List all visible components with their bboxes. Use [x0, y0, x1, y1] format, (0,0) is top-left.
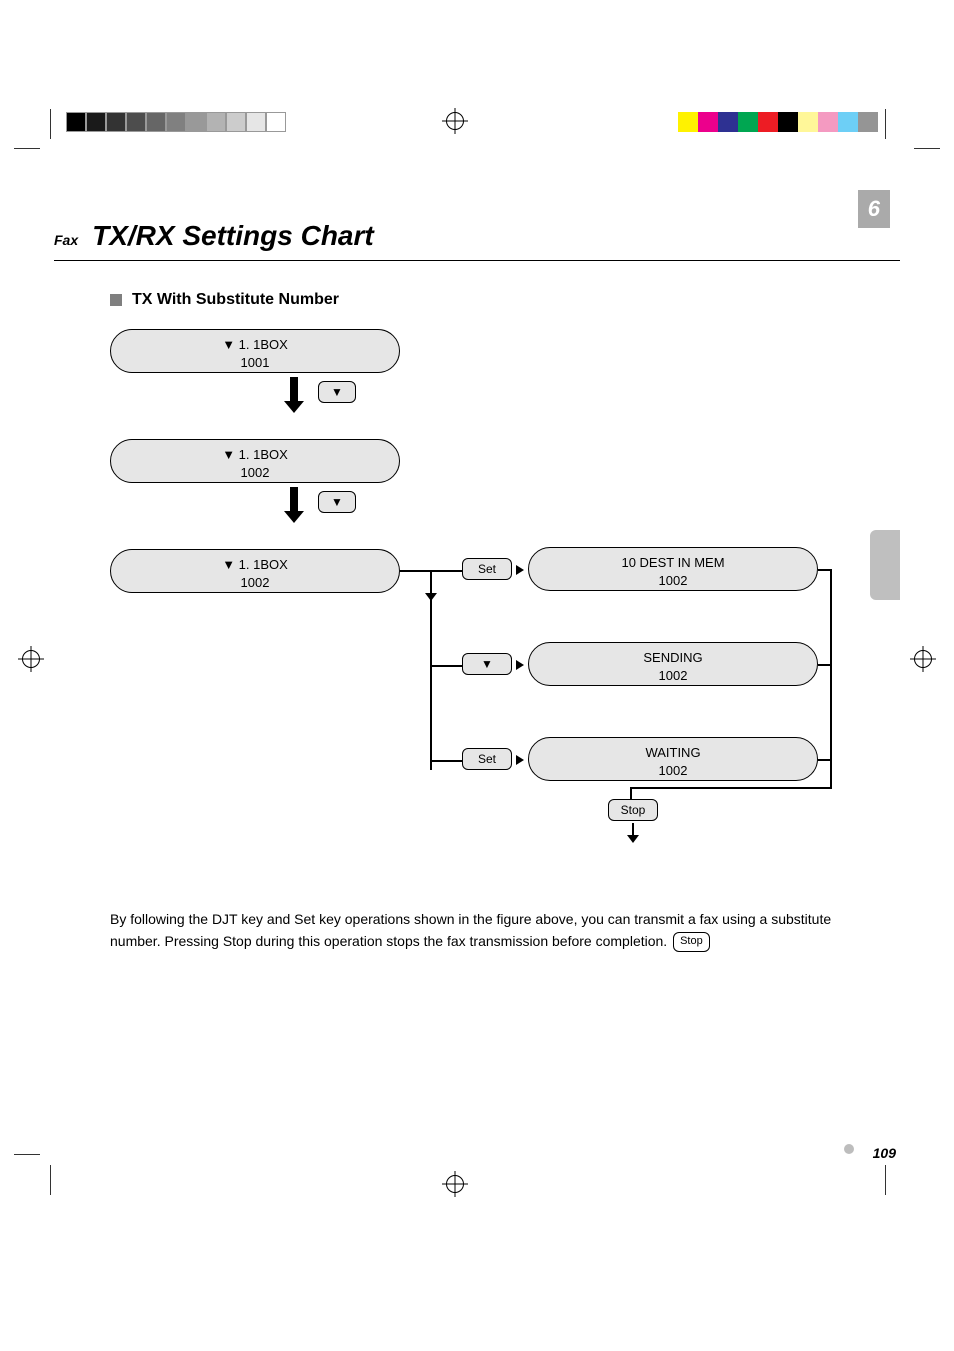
key-down-2: ▼ [318, 491, 356, 513]
lcd-line: ▼ 1. 1BOX [121, 336, 389, 354]
stop-inline-button: Stop [673, 932, 710, 951]
lcd-line: SENDING [539, 649, 807, 667]
lcd-stage-3: ▼ 1. 1BOX 1002 [110, 549, 400, 593]
arrow-right-icon [516, 660, 524, 670]
key-set-b: Set [462, 748, 512, 770]
key-stop: Stop [608, 799, 658, 821]
chapter-number-badge: 6 [858, 190, 890, 228]
subsection-row: TX With Substitute Number [110, 291, 900, 309]
key-down-1: ▼ [318, 381, 356, 403]
flowchart: ▼ 1. 1BOX 1001 ▼ ▼ 1. 1BOX 1002 ▼ ▼ 1. 1… [110, 329, 870, 889]
registration-mark-icon [446, 112, 464, 130]
lcd-line: ▼ 1. 1BOX [121, 446, 389, 464]
lcd-line: 1002 [121, 464, 389, 482]
registration-mark-icon [446, 1175, 464, 1193]
lcd-line: 1002 [539, 572, 807, 590]
arrow-down-icon [632, 823, 634, 837]
lcd-line: 1002 [539, 762, 807, 780]
square-bullet-icon [110, 294, 122, 306]
key-set-a: Set [462, 558, 512, 580]
key-down-a: ▼ [462, 653, 512, 675]
lcd-stage-1: ▼ 1. 1BOX 1001 [110, 329, 400, 373]
lcd-branch-3: WAITING 1002 [528, 737, 818, 781]
lcd-line: 1002 [539, 667, 807, 685]
registration-mark-icon [914, 650, 932, 668]
page-dot-icon [844, 1144, 854, 1154]
lcd-line: 1002 [121, 574, 389, 592]
page-number: 109 [873, 1145, 896, 1161]
subsection-title: TX With Substitute Number [132, 291, 339, 309]
description-paragraph: By following the DJT key and Set key ope… [110, 909, 850, 952]
chapter-header: Fax TX/RX Settings Chart [54, 220, 900, 261]
arrow-down-icon [430, 589, 432, 595]
registration-mark-icon [22, 650, 40, 668]
arrow-down-icon [290, 377, 298, 403]
lcd-stage-2: ▼ 1. 1BOX 1002 [110, 439, 400, 483]
lcd-line: 10 DEST IN MEM [539, 554, 807, 572]
arrow-right-icon [516, 565, 524, 575]
paragraph-text: By following the DJT key and Set key ope… [110, 911, 831, 949]
chapter-side-label: Fax [54, 232, 78, 248]
lcd-line: 1001 [121, 354, 389, 372]
arrow-down-icon [290, 487, 298, 513]
color-swatch-bar [678, 112, 878, 132]
lcd-branch-2: SENDING 1002 [528, 642, 818, 686]
lcd-line: ▼ 1. 1BOX [121, 556, 389, 574]
grayscale-swatch-bar [66, 112, 286, 132]
lcd-branch-1: 10 DEST IN MEM 1002 [528, 547, 818, 591]
chapter-title: TX/RX Settings Chart [92, 220, 374, 252]
arrow-right-icon [516, 755, 524, 765]
lcd-line: WAITING [539, 744, 807, 762]
